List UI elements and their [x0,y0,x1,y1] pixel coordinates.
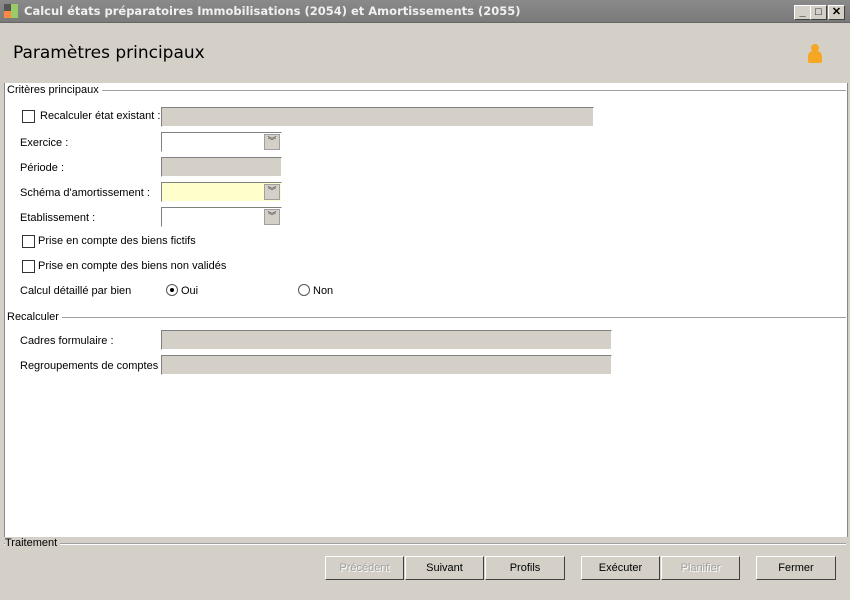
user-icon[interactable] [808,44,822,64]
schema-select[interactable]: ︾ [161,182,282,202]
etablissement-select[interactable]: ︾ [161,207,282,227]
cadres-input[interactable] [161,330,612,350]
chevron-down-icon[interactable]: ︾ [264,134,280,150]
group-criteres: Critères principaux [7,84,102,96]
cadres-label: Cadres formulaire : [20,335,114,347]
schema-label: Schéma d'amortissement : [20,187,150,199]
group-recalculer: Recalculer [7,311,62,323]
regroupements-label: Regroupements de comptes : [20,360,165,372]
chevron-down-icon[interactable]: ︾ [264,184,280,200]
fictifs-label: Prise en compte des biens fictifs [38,235,196,247]
minimize-button[interactable]: _ [794,5,811,20]
fictifs-checkbox[interactable] [22,235,35,248]
etablissement-label: Etablissement : [20,212,96,224]
close-button[interactable]: ✕ [828,5,845,20]
detail-label: Calcul détaillé par bien [20,285,132,297]
precedent-button[interactable]: Précédent [325,556,404,580]
non-valides-checkbox[interactable] [22,260,35,273]
periode-input[interactable] [161,157,282,177]
chevron-down-icon[interactable]: ︾ [264,209,280,225]
executer-button[interactable]: Exécuter [581,556,660,580]
oui-label: Oui [181,285,199,297]
planifier-button[interactable]: Planifier [661,556,740,580]
regroupements-input[interactable] [161,355,612,375]
app-icon [4,4,18,18]
non-radio[interactable] [298,284,310,296]
recalculer-label: Recalculer état existant : [40,110,161,122]
title-bar: Calcul états préparatoires Immobilisatio… [0,0,850,23]
recalculer-checkbox[interactable] [22,110,35,123]
oui-radio[interactable] [166,284,178,296]
group-traitement: Traitement [5,537,61,549]
maximize-button[interactable]: □ [810,5,827,20]
fermer-button[interactable]: Fermer [756,556,836,580]
profils-button[interactable]: Profils [485,556,565,580]
exercice-label: Exercice : [20,137,69,149]
recalculer-input[interactable] [161,107,594,127]
page-title: Paramètres principaux [13,43,205,63]
periode-label: Période : [20,162,65,174]
non-label: Non [313,285,334,297]
suivant-button[interactable]: Suivant [405,556,484,580]
exercice-select[interactable]: ︾ [161,132,282,152]
window-title: Calcul états préparatoires Immobilisatio… [24,4,521,18]
non-valides-label: Prise en compte des biens non validés [38,260,227,272]
content-panel [4,83,848,537]
